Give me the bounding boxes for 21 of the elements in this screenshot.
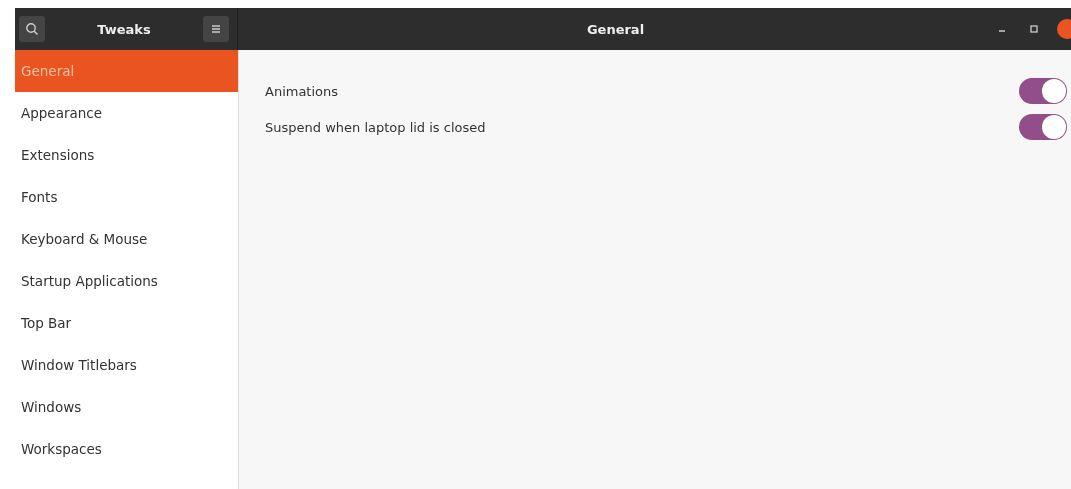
close-button[interactable] (1057, 19, 1071, 39)
sidebar-item[interactable]: Appearance (15, 92, 238, 134)
toggle-switch[interactable] (1019, 78, 1067, 104)
maximize-icon (1029, 24, 1039, 34)
sidebar-item[interactable]: Window Titlebars (15, 344, 238, 386)
search-button[interactable] (19, 16, 45, 42)
sidebar-item[interactable]: Startup Applications (15, 260, 238, 302)
menu-icon (211, 24, 221, 34)
sidebar-item[interactable]: Fonts (15, 176, 238, 218)
sidebar-item[interactable]: Workspaces (15, 428, 238, 470)
sidebar-item[interactable]: Keyboard & Mouse (15, 218, 238, 260)
sidebar-item[interactable]: Windows (15, 386, 238, 428)
sidebar-item[interactable]: Top Bar (15, 302, 238, 344)
toggle-switch[interactable] (1019, 114, 1067, 140)
sidebar-item[interactable]: Extensions (15, 134, 238, 176)
app-title: Tweaks (97, 21, 151, 37)
search-icon (25, 22, 39, 36)
menu-button[interactable] (203, 16, 229, 42)
window-title: General (585, 21, 646, 37)
setting-label: Suspend when laptop lid is closed (265, 119, 486, 135)
setting-label: Animations (265, 83, 339, 99)
